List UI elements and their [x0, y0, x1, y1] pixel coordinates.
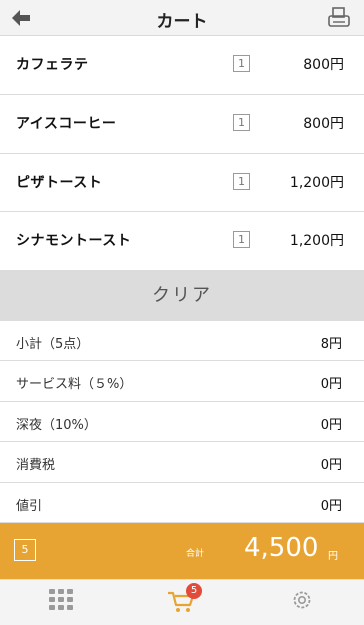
summary-value: 0円: [320, 417, 342, 433]
item-name: カフェラテ: [16, 57, 89, 73]
grid-icon: [49, 589, 73, 610]
cart-item[interactable]: アイスコーヒー 1 800円: [0, 94, 364, 154]
total-bar[interactable]: 5 合計 4,500 円: [0, 523, 364, 579]
cart-item[interactable]: シナモントースト 1 1,200円: [0, 212, 364, 271]
cart-item[interactable]: カフェラテ 1 800円: [0, 36, 364, 95]
summary-value: 0円: [320, 498, 342, 514]
item-name: ピザトースト: [16, 174, 103, 191]
tab-menu[interactable]: [0, 580, 121, 625]
summary-label: 深夜（10%）: [16, 417, 97, 433]
item-price: 1,200円: [289, 174, 344, 191]
item-count-badge: 5: [14, 539, 36, 561]
total-unit: 円: [328, 551, 338, 562]
item-name: アイスコーヒー: [16, 115, 117, 132]
cart-item-list: カフェラテ 1 800円 アイスコーヒー 1 800円 ピザトースト 1 1,2…: [0, 36, 364, 271]
total-label: 合計: [186, 549, 205, 559]
summary-row: 深夜（10%） 0円: [0, 401, 364, 443]
summary-list: 小計（5点） 8円 サービス料（５%） 0円 深夜（10%） 0円 消費税 0円…: [0, 321, 364, 523]
total-amount: 4,500: [244, 533, 319, 563]
summary-value: 8円: [320, 337, 342, 352]
summary-row: サービス料（５%） 0円: [0, 361, 364, 402]
item-price: 800円: [303, 57, 344, 73]
summary-label: 消費税: [16, 458, 56, 474]
summary-label: 値引: [16, 498, 43, 514]
item-name: シナモントースト: [16, 233, 132, 250]
item-quantity[interactable]: 1: [233, 231, 250, 249]
item-quantity[interactable]: 1: [233, 113, 250, 131]
item-price: 800円: [303, 115, 344, 132]
summary-row: 小計（5点） 8円: [0, 321, 364, 362]
tab-cart[interactable]: 5: [121, 580, 242, 625]
tab-settings[interactable]: [242, 580, 363, 625]
summary-value: 0円: [320, 377, 342, 393]
page-title: カート: [156, 12, 208, 32]
summary-label: 小計（5点）: [16, 337, 90, 352]
item-quantity[interactable]: 1: [233, 172, 250, 190]
summary-label: サービス料（５%）: [16, 377, 133, 393]
printer-icon[interactable]: [326, 5, 352, 31]
app-header: カート: [0, 0, 364, 36]
item-quantity[interactable]: 1: [233, 55, 250, 72]
gear-icon: [293, 591, 311, 609]
cart-item[interactable]: ピザトースト 1 1,200円: [0, 153, 364, 213]
cart-badge: 5: [186, 583, 202, 599]
summary-row: 消費税 0円: [0, 442, 364, 483]
summary-row: 値引 0円: [0, 482, 364, 523]
summary-value: 0円: [320, 458, 342, 474]
bottom-tab-bar: 5: [0, 579, 364, 625]
clear-button[interactable]: クリア: [0, 271, 364, 321]
item-price: 1,200円: [289, 233, 344, 250]
